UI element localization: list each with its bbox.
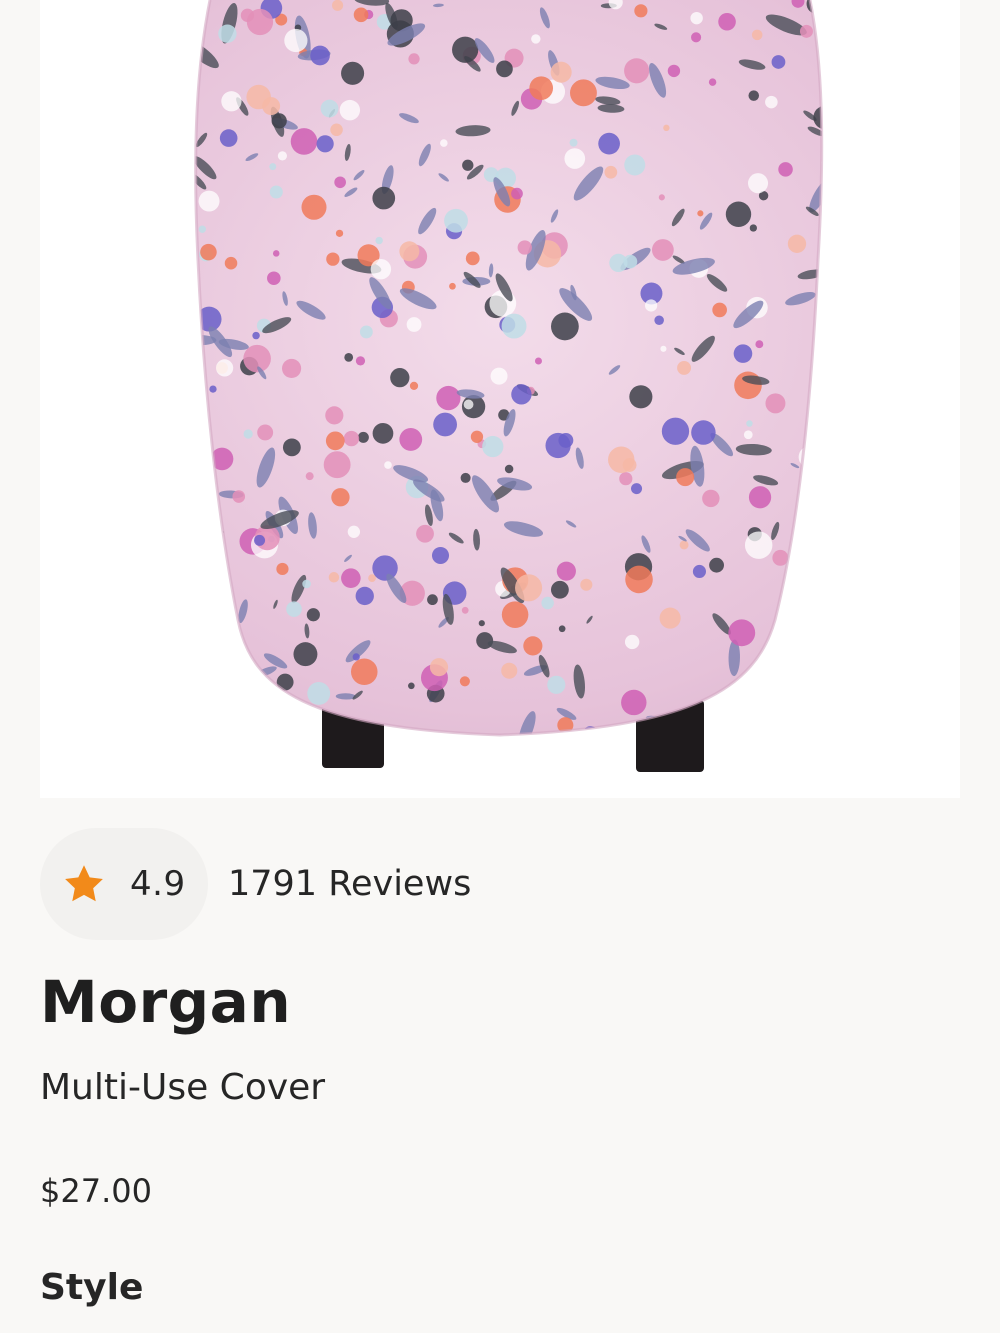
star-icon	[62, 862, 106, 906]
rating-row: 4.9 1791 Reviews	[40, 828, 471, 940]
reviews-link[interactable]: 1791 Reviews	[228, 864, 471, 904]
style-section-label: Style	[40, 1267, 144, 1308]
product-image[interactable]	[40, 0, 960, 798]
product-title: Morgan	[40, 968, 292, 1036]
product-subtitle: Multi-Use Cover	[40, 1067, 326, 1108]
product-page: 4.9 1791 Reviews Morgan Multi-Use Cover …	[0, 0, 1000, 1333]
product-price: $27.00	[40, 1172, 152, 1210]
rating-badge: 4.9	[40, 828, 208, 940]
rating-value: 4.9	[130, 864, 186, 904]
